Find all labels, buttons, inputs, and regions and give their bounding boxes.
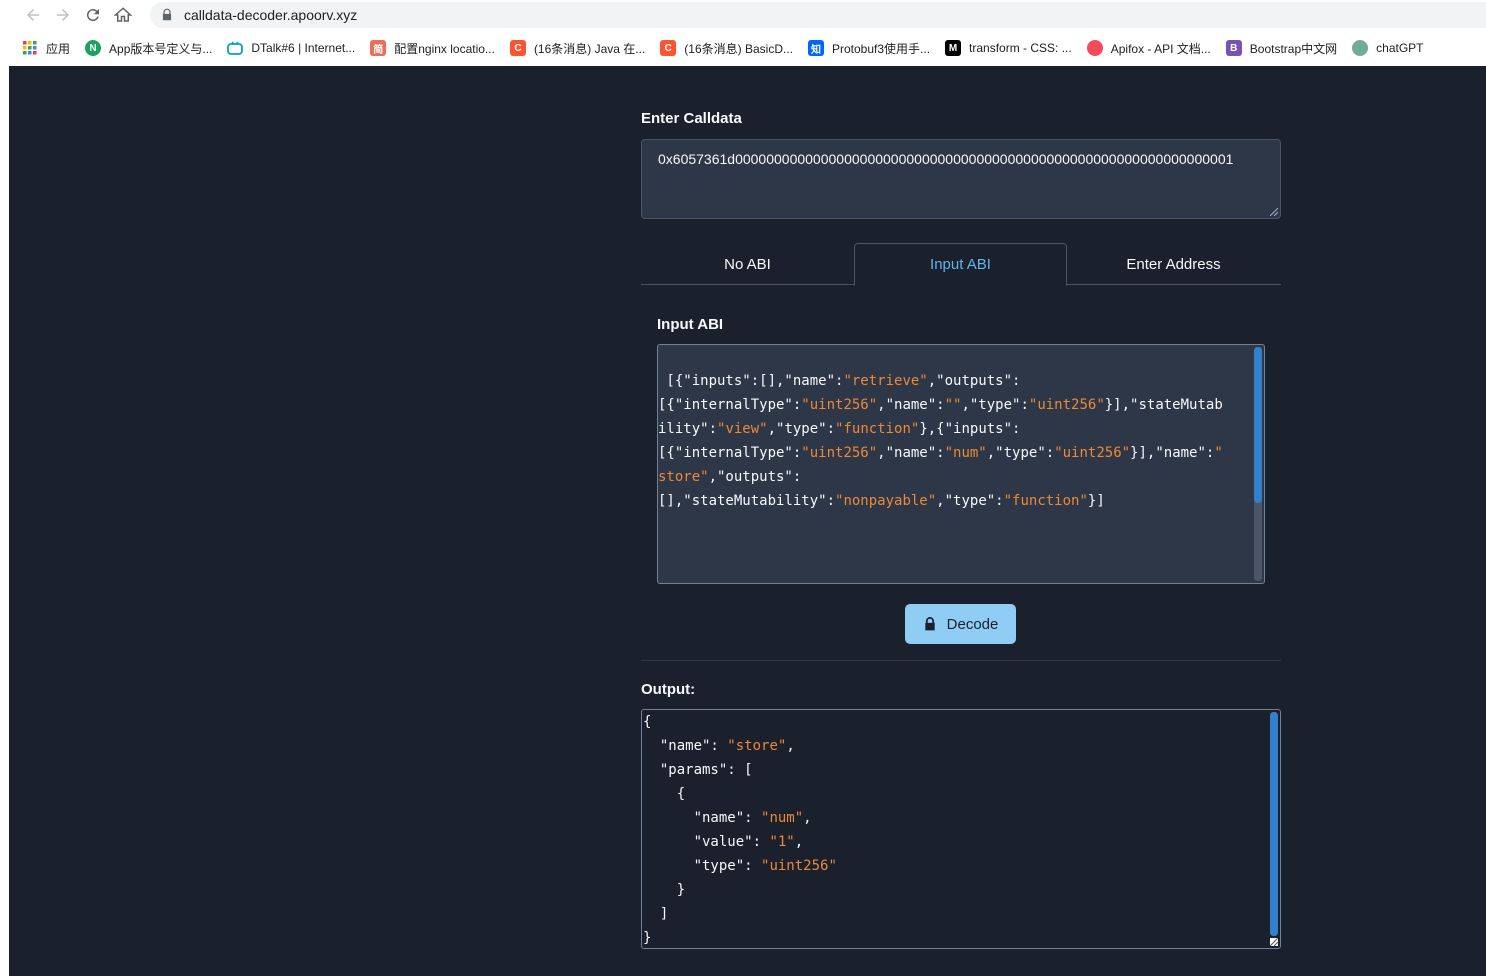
bookmark-label: App版本号定义与... xyxy=(109,41,213,56)
browser-toolbar: calldata-decoder.apoorv.xyz xyxy=(0,0,1486,30)
csdn-icon: C xyxy=(660,40,677,56)
zhihu-icon: 知 xyxy=(807,40,824,56)
abi-mode-tabs: No ABI Input ABI Enter Address xyxy=(641,243,1281,286)
tab-enter-address[interactable]: Enter Address xyxy=(1067,243,1280,285)
abi-scrollbar[interactable] xyxy=(1254,347,1262,581)
bookmark-label: transform - CSS: ... xyxy=(969,41,1072,55)
output-scrollbar[interactable] xyxy=(1270,712,1278,936)
apps-grid-icon xyxy=(22,40,38,56)
bookmarks-bar: 应用 N App版本号定义与... DTalk#6 | Internet... 简配置n… xyxy=(0,30,1486,66)
bookmark-item[interactable]: Apifox - API 文档... xyxy=(1086,40,1211,57)
bookmark-label: Bootstrap中文网 xyxy=(1249,41,1338,56)
bookmark-label: 应用 xyxy=(46,41,71,56)
tab-input-abi[interactable]: Input ABI xyxy=(854,243,1067,286)
url-text: calldata-decoder.apoorv.xyz xyxy=(184,7,358,23)
apifox-icon xyxy=(1086,40,1103,56)
section-divider xyxy=(641,660,1281,661)
calldata-input[interactable]: 0x6057361d000000000000000000000000000000… xyxy=(641,139,1281,219)
output-box[interactable]: { "name": "store", "params": [ { "name":… xyxy=(641,709,1281,949)
back-button[interactable] xyxy=(20,2,46,28)
bookmark-label: DTalk#6 | Internet... xyxy=(251,41,356,55)
lock-icon xyxy=(924,617,935,631)
abi-code: [{"inputs":[],"name":"retrieve","outputs… xyxy=(658,373,1223,509)
n-badge-icon: N xyxy=(85,40,102,56)
bookmark-item[interactable]: N App版本号定义与... xyxy=(85,40,212,57)
resize-grip-icon[interactable] xyxy=(1270,938,1278,946)
bookmark-item[interactable]: 简配置nginx locatio... xyxy=(370,40,495,57)
reload-button[interactable] xyxy=(80,2,106,28)
calldata-label: Enter Calldata xyxy=(641,110,742,127)
bookmark-item[interactable]: C (16条消息) Java 在... xyxy=(509,40,646,57)
resize-grip-icon[interactable] xyxy=(1270,208,1278,216)
forward-button[interactable] xyxy=(50,2,76,28)
decode-button[interactable]: Decode xyxy=(905,604,1016,644)
arrow-right-icon xyxy=(57,9,69,21)
home-button[interactable] xyxy=(110,2,136,28)
csdn-icon: C xyxy=(509,40,526,56)
bookmark-label: chatGPT xyxy=(1376,41,1424,55)
bootstrap-icon: B xyxy=(1225,40,1242,56)
bookmark-item[interactable]: 知 Protobuf3使用手... xyxy=(807,40,931,57)
decode-label: Decode xyxy=(946,615,999,633)
abi-scroll-thumb[interactable] xyxy=(1254,347,1262,503)
jian-icon: 简 xyxy=(370,40,387,56)
bookmark-label: (16条消息) BasicD... xyxy=(684,41,793,56)
bilibili-icon xyxy=(227,40,244,56)
bookmark-item[interactable]: DTalk#6 | Internet... xyxy=(227,40,355,56)
reload-icon xyxy=(86,9,99,22)
home-icon xyxy=(114,7,132,22)
address-bar[interactable]: calldata-decoder.apoorv.xyz xyxy=(150,2,1486,28)
bookmark-item[interactable]: chatGPT xyxy=(1352,40,1424,56)
bookmark-label: 配置nginx locatio... xyxy=(394,41,495,56)
page-left-edge xyxy=(0,66,9,976)
openai-icon xyxy=(1352,40,1369,56)
output-label: Output: xyxy=(641,681,696,698)
bookmark-item[interactable]: C (16条消息) BasicD... xyxy=(660,40,793,57)
page-body: Enter Calldata 0x6057361d000000000000000… xyxy=(9,66,1486,976)
lock-icon xyxy=(162,8,172,21)
abi-label: Input ABI xyxy=(657,316,724,333)
calldata-value: 0x6057361d000000000000000000000000000000… xyxy=(658,151,1234,167)
output-scroll-thumb[interactable] xyxy=(1270,712,1278,936)
bookmark-label: (16条消息) Java 在... xyxy=(533,41,646,56)
bookmark-item[interactable]: Mtransform - CSS: ... xyxy=(945,40,1072,56)
arrow-left-icon xyxy=(27,9,39,21)
bookmark-label: Apifox - API 文档... xyxy=(1110,41,1211,56)
abi-input[interactable]: [{"inputs":[],"name":"retrieve","outputs… xyxy=(657,344,1265,584)
bookmark-label: Protobuf3使用手... xyxy=(831,41,931,56)
bookmark-item[interactable]: B Bootstrap中文网 xyxy=(1225,40,1338,57)
bookmark-item[interactable]: 应用 xyxy=(22,40,70,57)
tab-no-abi[interactable]: No ABI xyxy=(641,243,854,285)
output-code: { "name": "store", "params": [ { "name":… xyxy=(643,714,837,946)
mdn-icon: M xyxy=(945,40,962,56)
